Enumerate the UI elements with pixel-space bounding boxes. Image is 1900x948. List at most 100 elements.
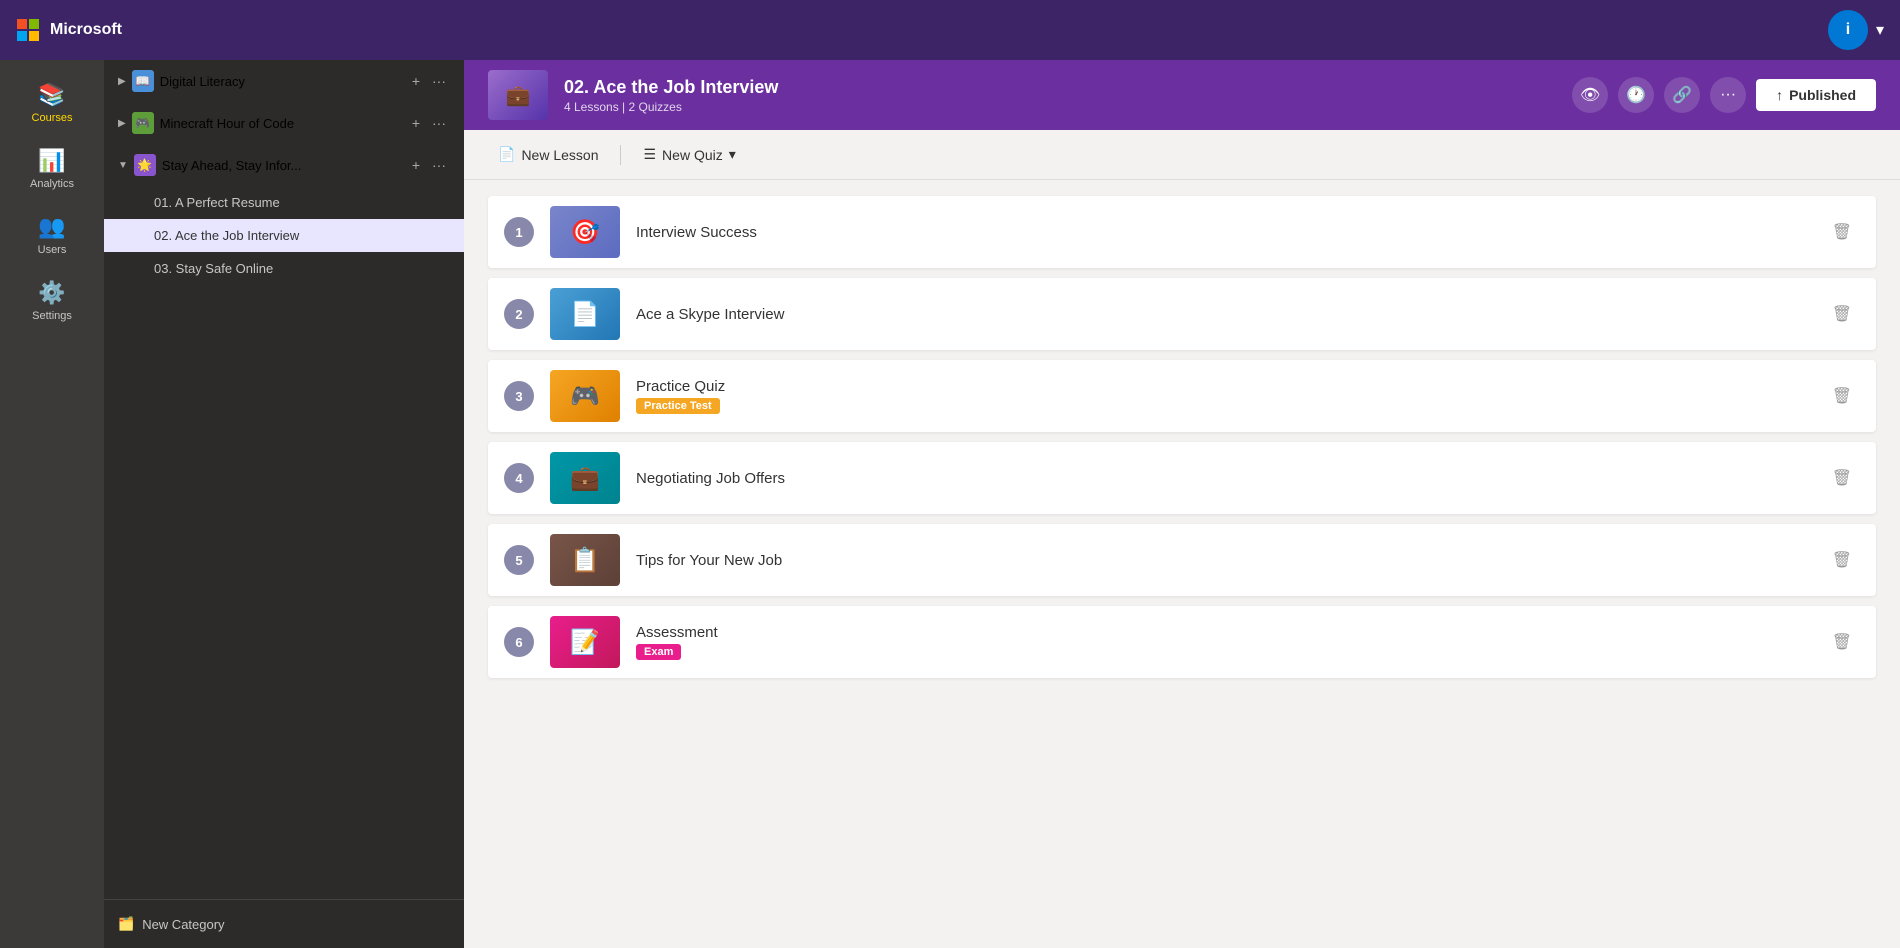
tree-label-stay-ahead: Stay Ahead, Stay Infor... [162,158,402,173]
lesson-thumb-3: 🎮 [550,370,620,422]
lesson-thumb-6: 📝 [550,616,620,668]
lesson-number-3: 3 [504,381,534,411]
lesson-number-1: 1 [504,217,534,247]
course-info: 02. Ace the Job Interview 4 Lessons | 2 … [564,77,1556,114]
nav-item-users[interactable]: 👥 Users [0,202,104,268]
brand-name: Microsoft [50,21,122,39]
lesson-card-2[interactable]: 2 📄 Ace a Skype Interview 🗑 [488,278,1876,350]
new-category-container: 🗂️ New Category [104,899,464,948]
course-01-label: 01. A Perfect Resume [154,195,280,210]
main-layout: 📚 Courses 📊 Analytics 👥 Users ⚙️ Setting… [0,60,1900,948]
nav-item-courses[interactable]: 📚 Courses [0,70,104,136]
course-item-02[interactable]: 02. Ace the Job Interview [104,219,464,252]
delete-lesson-1[interactable]: 🗑 [1824,218,1860,246]
more-options-stay[interactable]: ··· [428,155,450,175]
lesson-name-1: Interview Success [636,224,1808,241]
lesson-badge-6: Exam [636,644,681,660]
nav-label-users: Users [38,244,67,256]
nav-label-courses: Courses [32,112,73,124]
course-02-label: 02. Ace the Job Interview [154,228,299,243]
microsoft-logo-icon [16,18,40,42]
chevron-icon-mc: ▶ [118,118,126,129]
add-item-stay[interactable]: + [408,155,424,175]
lesson-name-4: Negotiating Job Offers [636,470,1808,487]
published-icon: ↑ [1776,87,1783,103]
delete-lesson-6[interactable]: 🗑 [1824,628,1860,656]
course-item-03[interactable]: 03. Stay Safe Online [104,252,464,285]
lesson-thumb-5: 📋 [550,534,620,586]
tree-item-minecraft[interactable]: ▶ 🎮 Minecraft Hour of Code + ··· [104,102,464,144]
new-lesson-button[interactable]: 📄 New Lesson [488,140,608,169]
tree-item-stay-ahead[interactable]: ▼ 🌟 Stay Ahead, Stay Infor... + ··· [104,144,464,186]
users-icon: 👥 [38,214,65,240]
published-button[interactable]: ↑ Published [1756,79,1876,111]
more-options-minecraft[interactable]: ··· [428,113,450,133]
delete-lesson-4[interactable]: 🗑 [1824,464,1860,492]
lesson-thumb-2: 📄 [550,288,620,340]
new-category-label: New Category [142,917,224,932]
delete-lesson-5[interactable]: 🗑 [1824,546,1860,574]
courses-icon: 📚 [38,82,65,108]
nav-item-settings[interactable]: ⚙️ Settings [0,268,104,334]
new-category-button[interactable]: 🗂️ New Category [118,916,450,932]
clock-button[interactable]: 🕐 [1618,77,1654,113]
course-thumbnail: 💼 [488,70,548,120]
tree-item-digital-literacy[interactable]: ▶ 📖 Digital Literacy + ··· [104,60,464,102]
lesson-number-6: 6 [504,627,534,657]
lesson-number-2: 2 [504,299,534,329]
lesson-card-5[interactable]: 5 📋 Tips for Your New Job 🗑 [488,524,1876,596]
lesson-list: 1 🎯 Interview Success 🗑 2 📄 Ace a Skype … [464,180,1900,948]
lesson-card-1[interactable]: 1 🎯 Interview Success 🗑 [488,196,1876,268]
lesson-info-5: Tips for Your New Job [636,552,1808,569]
tree-actions-stay: + ··· [408,155,450,175]
more-options-button[interactable]: ··· [1710,77,1746,113]
brand-logo: Microsoft [16,18,122,42]
tree-label-digital-literacy: Digital Literacy [160,74,402,89]
topbar: Microsoft i ▾ [0,0,1900,60]
course-actions: 👁 🕐 🔗 ··· ↑ Published [1572,77,1876,113]
lesson-thumb-1: 🎯 [550,206,620,258]
course-03-label: 03. Stay Safe Online [154,261,273,276]
new-category-icon: 🗂️ [118,916,134,932]
published-label: Published [1789,87,1856,103]
course-tree-panel: ▶ 📖 Digital Literacy + ··· ▶ 🎮 Minecraft… [104,60,464,948]
lesson-card-4[interactable]: 4 💼 Negotiating Job Offers 🗑 [488,442,1876,514]
add-item-digital[interactable]: + [408,71,424,91]
share-button[interactable]: 🔗 [1664,77,1700,113]
lesson-thumb-4: 💼 [550,452,620,504]
delete-lesson-3[interactable]: 🗑 [1824,382,1860,410]
lesson-info-3: Practice Quiz Practice Test [636,378,1808,414]
new-quiz-button[interactable]: ☰ New Quiz ▾ [633,140,745,169]
lesson-info-1: Interview Success [636,224,1808,241]
lesson-name-5: Tips for Your New Job [636,552,1808,569]
more-options-digital[interactable]: ··· [428,71,450,91]
content-toolbar: 📄 New Lesson ☰ New Quiz ▾ [464,130,1900,180]
new-quiz-icon: ☰ [643,146,656,163]
new-quiz-label: New Quiz [662,147,723,163]
lesson-card-6[interactable]: 6 📝 Assessment Exam 🗑 [488,606,1876,678]
nav-label-analytics: Analytics [30,178,74,190]
lesson-name-6: Assessment [636,624,1808,641]
user-avatar[interactable]: i [1828,10,1868,50]
new-lesson-icon: 📄 [498,146,515,163]
lesson-name-2: Ace a Skype Interview [636,306,1808,323]
category-icon-minecraft: 🎮 [132,112,154,134]
course-header: 💼 02. Ace the Job Interview 4 Lessons | … [464,60,1900,130]
nav-item-analytics[interactable]: 📊 Analytics [0,136,104,202]
category-icon-digital: 📖 [132,70,154,92]
delete-lesson-2[interactable]: 🗑 [1824,300,1860,328]
lesson-number-4: 4 [504,463,534,493]
lesson-name-3: Practice Quiz [636,378,1808,395]
course-title: 02. Ace the Job Interview [564,77,1556,98]
analytics-icon: 📊 [38,148,65,174]
tree-actions-minecraft: + ··· [408,113,450,133]
nav-label-settings: Settings [32,310,72,322]
view-button[interactable]: 👁 [1572,77,1608,113]
user-dropdown-arrow[interactable]: ▾ [1876,20,1884,40]
lesson-info-2: Ace a Skype Interview [636,306,1808,323]
course-item-01[interactable]: 01. A Perfect Resume [104,186,464,219]
tree-label-minecraft: Minecraft Hour of Code [160,116,402,131]
add-item-minecraft[interactable]: + [408,113,424,133]
course-meta: 4 Lessons | 2 Quizzes [564,100,1556,114]
lesson-card-3[interactable]: 3 🎮 Practice Quiz Practice Test 🗑 [488,360,1876,432]
